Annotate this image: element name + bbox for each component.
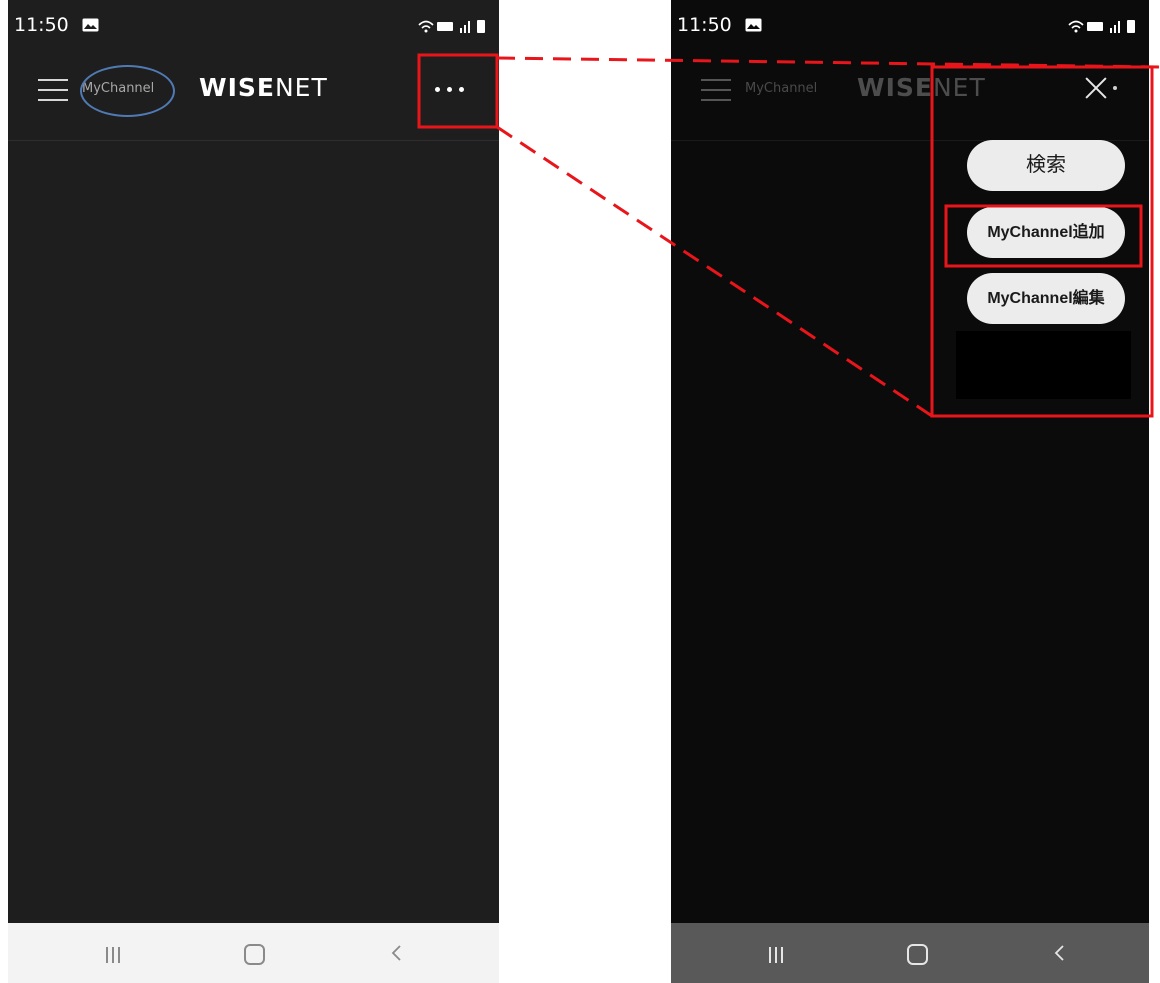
mychannel-annotation-circle xyxy=(80,65,175,117)
recent-apps-icon[interactable] xyxy=(106,947,122,963)
home-icon[interactable] xyxy=(907,944,928,965)
wisenet-logo: WISENET xyxy=(857,73,986,102)
gallery-icon xyxy=(82,18,99,32)
more-options-icon[interactable] xyxy=(433,81,467,97)
status-time: 11:50 xyxy=(14,14,69,36)
status-bar: 11:50 xyxy=(8,0,499,55)
signal-battery-icons xyxy=(418,20,485,33)
right-phone-screen: 11:50 MyChannel WISENET 検索 MyChannel追加 M… xyxy=(671,0,1149,983)
wisenet-logo: WISENET xyxy=(199,73,328,102)
add-mychannel-button[interactable]: MyChannel追加 xyxy=(967,207,1125,258)
logo-bold-part: WISE xyxy=(199,73,275,102)
left-phone-screen: 11:50 MyChannel WISENET xyxy=(8,0,499,983)
redacted-area xyxy=(956,331,1131,399)
logo-light-part: NET xyxy=(932,73,986,102)
signal-battery-icons xyxy=(1068,20,1135,33)
app-header: MyChannel WISENET xyxy=(8,55,499,141)
status-time: 11:50 xyxy=(677,14,732,36)
recent-apps-icon[interactable] xyxy=(769,947,785,963)
hamburger-menu-icon xyxy=(701,77,731,105)
edit-mychannel-button[interactable]: MyChannel編集 xyxy=(967,273,1125,324)
mychannel-tab: MyChannel xyxy=(745,81,818,96)
logo-bold-part: WISE xyxy=(857,73,933,102)
close-icon[interactable] xyxy=(1084,76,1108,100)
logo-light-part: NET xyxy=(274,73,328,102)
back-icon[interactable] xyxy=(390,945,402,961)
status-bar: 11:50 xyxy=(671,0,1149,55)
app-header-dimmed: MyChannel WISENET xyxy=(671,55,1149,141)
home-icon[interactable] xyxy=(244,944,265,965)
hamburger-menu-icon[interactable] xyxy=(38,77,68,105)
menu-dot-icon xyxy=(1113,86,1117,90)
search-button[interactable]: 検索 xyxy=(967,140,1125,191)
gallery-icon xyxy=(745,18,762,32)
system-nav-bar xyxy=(8,923,499,983)
system-nav-bar xyxy=(671,923,1149,983)
back-icon[interactable] xyxy=(1053,945,1065,961)
